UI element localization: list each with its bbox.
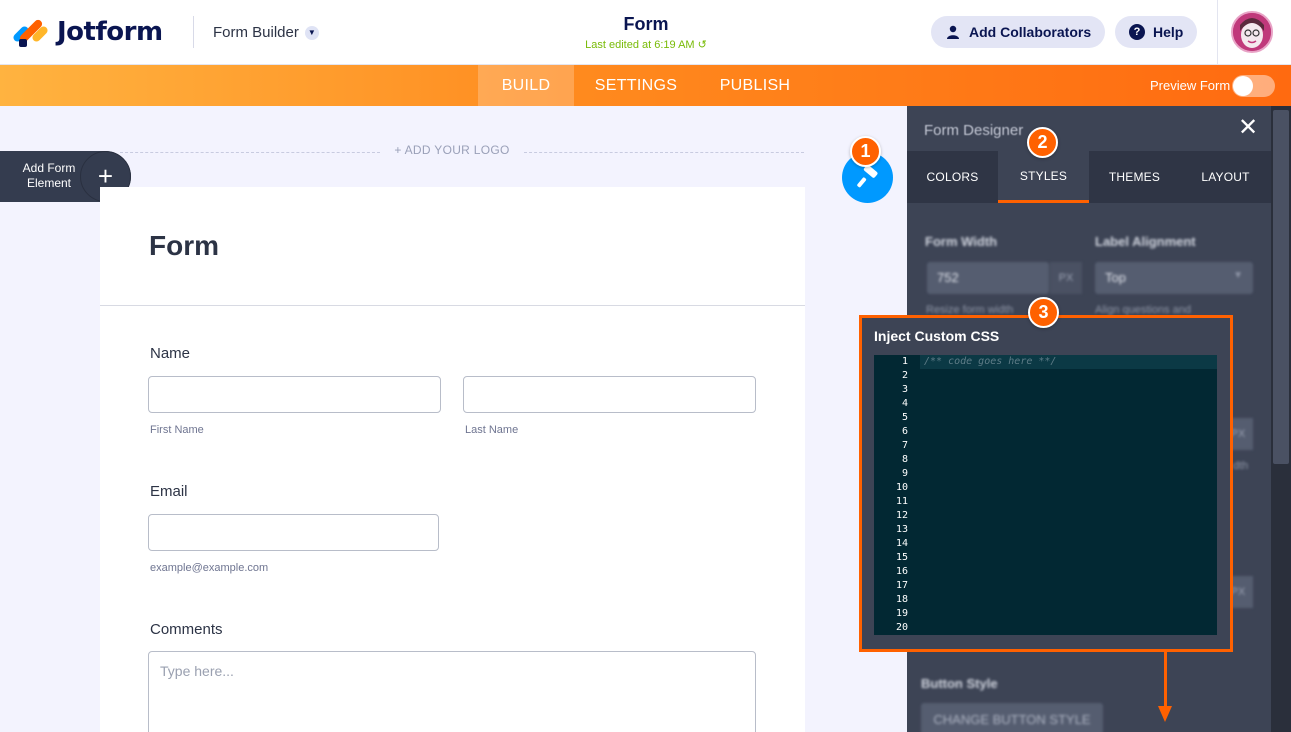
editor-line-number: 1 [901,356,908,367]
tab-themes[interactable]: THEMES [1089,151,1180,203]
width-hint-fragment: dth [1233,460,1249,472]
form-designer-title: Form Designer [924,122,1024,139]
editor-line-number: 12 [895,510,908,521]
logo-dashed-line-left [120,152,380,153]
tab-colors[interactable]: COLORS [907,151,998,203]
editor-line-number: 20 [895,622,908,633]
tab-layout[interactable]: LAYOUT [1180,151,1271,203]
question-icon: ? [1129,24,1145,40]
last-edited-status: Last edited at 6:19 AM ↺ [546,38,746,51]
panel-scrollbar-thumb[interactable] [1273,110,1289,464]
toggle-knob [1233,76,1253,96]
last-name-input[interactable] [463,376,756,413]
form-width-label: Form Width [925,234,998,249]
chevron-down-icon: ▼ [304,25,319,40]
avatar-illustration-icon [1233,13,1271,51]
form-heading[interactable]: Form [149,230,219,262]
editor-line-number: 4 [901,398,908,409]
close-icon[interactable]: ✕ [1235,116,1261,142]
editor-line-number: 5 [901,412,908,423]
email-field-label[interactable]: Email [150,483,188,500]
undo-icon[interactable]: ↺ [698,39,707,51]
add-collaborators-label: Add Collaborators [969,24,1092,40]
form-builder-dropdown[interactable]: Form Builder ▼ [213,24,319,41]
add-form-element-label: Add Form Element [8,161,90,191]
editor-line-number: 8 [901,454,908,465]
preview-form-toggle[interactable] [1232,75,1275,97]
top-header: Jotform Form Builder ▼ Form Last edited … [0,0,1291,65]
name-field-label[interactable]: Name [150,345,190,362]
change-button-style-button[interactable]: CHANGE BUTTON STYLE [921,703,1103,732]
form-width-input[interactable]: 752 [927,262,1049,294]
comments-textarea[interactable]: Type here... [148,651,756,732]
editor-gutter: 1 2 3 4 5 6 7 8 9 10 11 12 13 14 15 16 17 18 19 20 [874,355,914,635]
inject-custom-css-title: Inject Custom CSS [874,328,1000,344]
callout-badge-3: 3 [1028,297,1059,328]
comments-field-label[interactable]: Comments [150,621,223,638]
form-builder-label: Form Builder [213,24,299,41]
last-name-sublabel: Last Name [465,424,519,436]
tab-settings[interactable]: SETTINGS [584,65,688,106]
help-label: Help [1153,24,1184,40]
editor-line-number: 3 [901,384,908,395]
editor-line-number: 13 [895,524,908,535]
editor-line-number: 9 [901,468,908,479]
first-name-input[interactable] [148,376,441,413]
editor-line-number: 19 [895,608,908,619]
editor-line-number: 14 [895,538,908,549]
editor-line-number: 16 [895,566,908,577]
builder-nav: BUILD SETTINGS PUBLISH Preview Form [0,65,1291,106]
css-code-editor[interactable]: /** code goes here **/ 1 2 3 4 5 6 7 8 9 10 11 12 13… [874,355,1217,635]
editor-line-number: 15 [895,552,908,563]
help-button[interactable]: ? Help [1115,16,1198,48]
label-alignment-select[interactable]: Top ▼ [1095,262,1253,294]
editor-line-number: 17 [895,580,908,591]
panel-scrollbar[interactable] [1271,106,1291,732]
form-title[interactable]: Form [546,14,746,35]
avatar-divider [1217,0,1218,65]
chevron-down-icon: ▼ [1233,270,1243,281]
add-form-element-line1: Add Form [22,161,76,175]
add-form-element-line2: Element [26,176,72,190]
add-collaborators-button[interactable]: Add Collaborators [931,16,1106,48]
designer-tabs: COLORS STYLES THEMES LAYOUT [907,151,1271,203]
label-alignment-label: Label Alignment [1095,234,1196,249]
tab-publish[interactable]: PUBLISH [708,65,802,106]
editor-line-number: 7 [901,440,908,451]
last-edited-text: Last edited at 6:19 AM [585,39,695,51]
editor-placeholder-code: /** code goes here **/ [924,356,1057,367]
brand-name: Jotform [57,17,163,47]
editor-line-number: 18 [895,594,908,605]
tab-styles[interactable]: STYLES [998,151,1089,203]
email-input[interactable] [148,514,439,551]
comments-placeholder: Type here... [160,663,234,679]
callout-badge-1: 1 [850,136,881,167]
preview-form-label: Preview Form [1150,78,1231,93]
first-name-sublabel: First Name [150,424,204,436]
callout-badge-2: 2 [1027,127,1058,158]
jotform-logo[interactable]: Jotform [11,17,163,47]
button-style-label: Button Style [921,676,998,691]
inject-custom-css-box: Inject Custom CSS /** code goes here **/… [859,315,1233,652]
header-divider [193,16,194,48]
user-icon [945,24,961,40]
arrow-down-icon [1158,706,1172,722]
form-header-divider [100,305,805,306]
editor-line-number: 11 [895,496,908,507]
form-width-unit: PX [1050,262,1082,294]
logo-dashed-line-right [524,152,804,153]
user-avatar[interactable] [1231,11,1273,53]
add-your-logo-link[interactable]: + ADD YOUR LOGO [380,143,524,157]
label-alignment-value: Top [1105,270,1126,285]
jotform-logo-icon [11,17,50,47]
tab-build[interactable]: BUILD [478,65,574,106]
editor-line-number: 10 [895,482,908,493]
editor-line-number: 6 [901,426,908,437]
scroll-down-arrow-line [1164,652,1167,708]
form-card: Form Name First Name Last Name Email exa… [100,187,805,732]
paint-roller-icon [856,164,877,187]
email-sublabel: example@example.com [150,562,269,574]
editor-line-number: 2 [901,370,908,381]
